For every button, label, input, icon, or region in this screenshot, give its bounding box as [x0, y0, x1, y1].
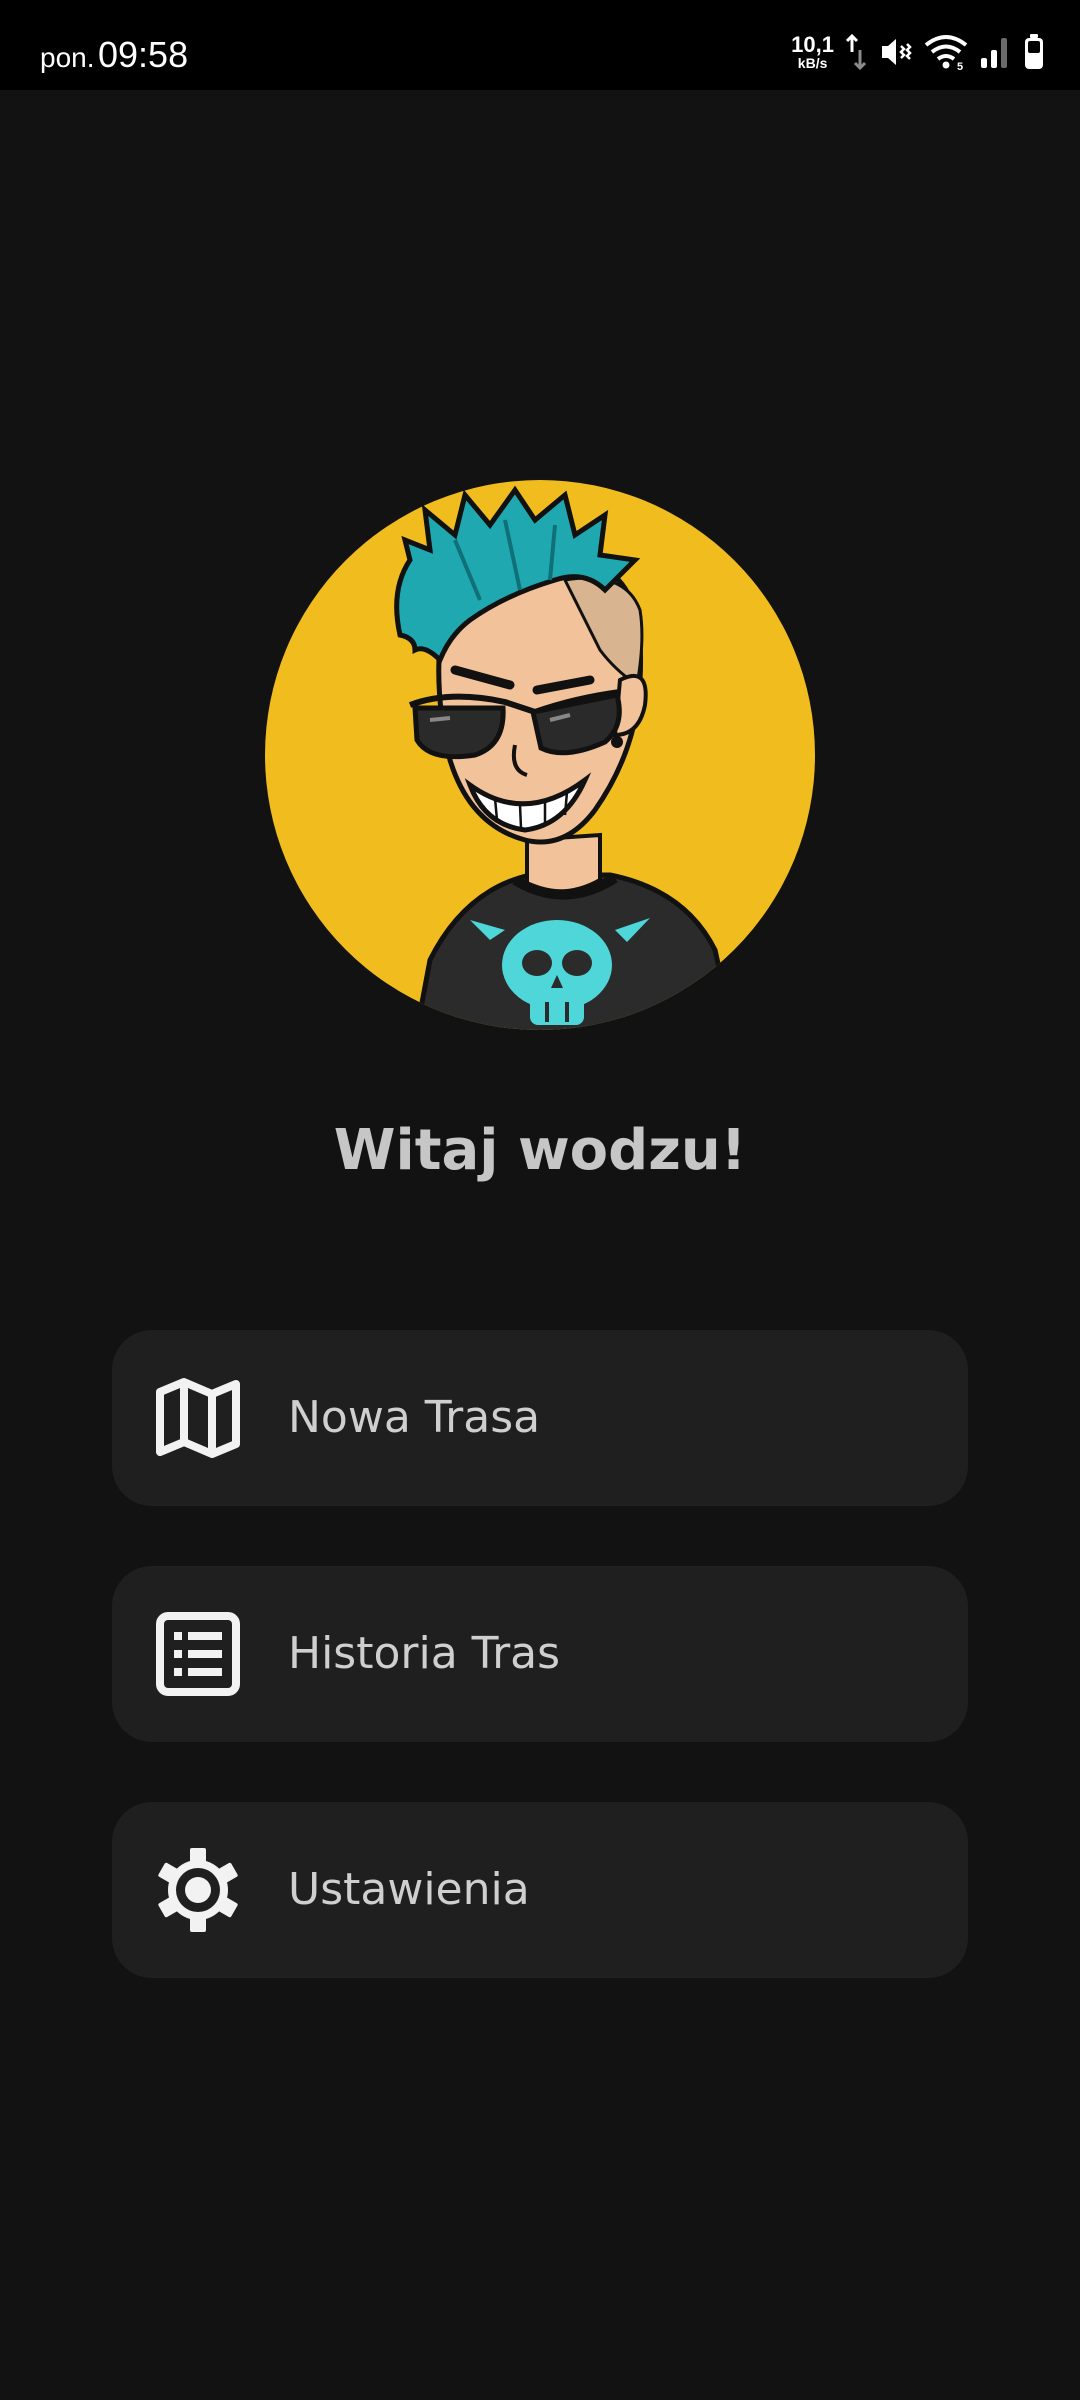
- signal-icon: [981, 38, 1007, 68]
- status-time: 09:58: [98, 34, 189, 75]
- vibrate-icon: [882, 39, 912, 65]
- route-history-label: Historia Tras: [288, 1628, 561, 1679]
- net-speed-value: 10,1: [791, 32, 834, 57]
- list-icon: [156, 1612, 240, 1696]
- data-transfer-icon: [846, 33, 866, 71]
- new-route-button[interactable]: Nowa Trasa: [112, 1330, 968, 1506]
- gear-icon: [158, 1848, 238, 1932]
- battery-icon: [1025, 34, 1043, 69]
- wifi-icon: 5: [924, 35, 968, 71]
- new-route-label: Nowa Trasa: [288, 1392, 541, 1443]
- settings-label: Ustawienia: [288, 1864, 530, 1915]
- status-icons: 10,1 kB/s 5: [791, 30, 1046, 74]
- status-bar: pon. 09:58 10,1 kB/s 5: [0, 0, 1080, 90]
- status-day: pon.: [40, 42, 95, 73]
- net-speed: 10,1 kB/s: [791, 32, 834, 71]
- greeting-title: Witaj wodzu!: [333, 1118, 747, 1183]
- avatar-icon: [265, 480, 815, 1030]
- svg-text:5: 5: [957, 61, 963, 71]
- net-speed-unit: kB/s: [797, 55, 828, 71]
- map-icon: [156, 1378, 240, 1458]
- route-history-button[interactable]: Historia Tras: [112, 1566, 968, 1742]
- settings-button[interactable]: Ustawienia: [112, 1802, 968, 1978]
